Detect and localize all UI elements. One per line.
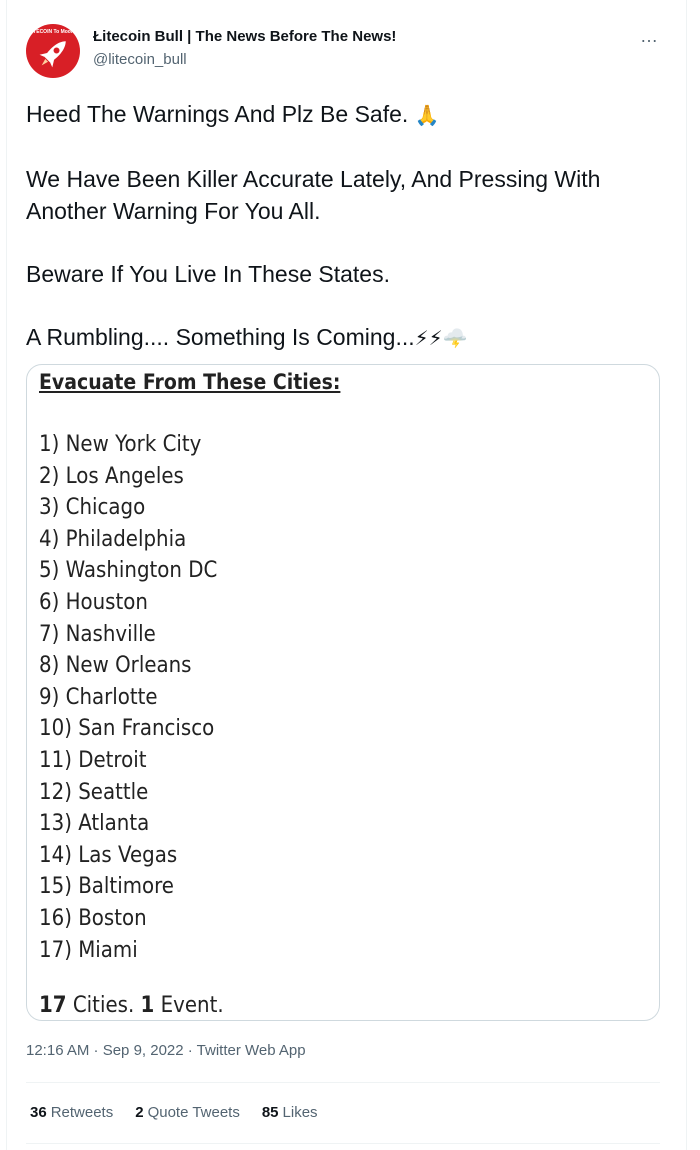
city-item: 2) Los Angeles [39, 463, 184, 489]
likes-stat[interactable]: 85 Likes [262, 1104, 318, 1121]
author-display-name[interactable]: Łitecoin Bull | The News Before The News… [93, 28, 396, 45]
tweet-text: Heed The Warnings And Plz Be Safe. 🙏 We … [26, 98, 666, 355]
lightning-emoji-icon: ⚡⚡🌩️ [414, 328, 468, 350]
divider [26, 1143, 660, 1144]
city-item: 3) Chicago [39, 495, 146, 521]
city-item: 14) Las Vegas [39, 842, 178, 868]
retweets-stat[interactable]: 36 Retweets [30, 1104, 113, 1121]
city-list: 1) New York City 2) Los Angeles 3) Chica… [39, 429, 374, 966]
media-title: Evacuate From These Cities: [39, 370, 341, 394]
city-item: 17) Miami [39, 937, 138, 963]
divider [26, 1082, 660, 1083]
tweet-line-2: We Have Been Killer Accurate Lately, And… [26, 166, 601, 224]
city-item: 16) Boston [39, 905, 147, 931]
city-item: 5) Washington DC [39, 558, 218, 584]
tweet-timestamp[interactable]: 12:16 AM · Sep 9, 2022 · Twitter Web App [26, 1042, 306, 1059]
city-item: 6) Houston [39, 589, 148, 615]
tweet-media-image[interactable]: Evacuate From These Cities: 1) New York … [26, 364, 660, 1021]
city-item: 1) New York City [39, 432, 202, 457]
folded-hands-emoji-icon: 🙏 [414, 105, 440, 127]
city-item: 10) San Francisco [39, 716, 215, 742]
tweet-line-3: Beware If You Live In These States. [26, 261, 390, 287]
media-summary: 17 Cities. 1 Event. [39, 993, 224, 1018]
avatar[interactable]: LITECOIN To Moon!! [26, 24, 80, 78]
city-item: 4) Philadelphia [39, 526, 187, 552]
quote-tweets-stat[interactable]: 2 Quote Tweets [135, 1104, 240, 1121]
tweet-stats: 36 Retweets 2 Quote Tweets 85 Likes [30, 1104, 318, 1121]
tweet-line-4: A Rumbling.... Something Is Coming...⚡⚡🌩… [26, 324, 468, 350]
city-item: 12) Seattle [39, 779, 149, 805]
tweet-line-1: Heed The Warnings And Plz Be Safe. 🙏 [26, 101, 440, 127]
city-item: 13) Atlanta [39, 811, 150, 837]
city-item: 9) Charlotte [39, 684, 158, 710]
rocket-icon [39, 41, 66, 68]
city-item: 11) Detroit [39, 747, 147, 773]
city-item: 8) New Orleans [39, 653, 192, 679]
city-item: 15) Baltimore [39, 874, 174, 900]
more-options-icon[interactable]: … [640, 26, 659, 47]
author-handle[interactable]: @litecoin_bull [93, 51, 187, 68]
city-item: 7) Nashville [39, 621, 156, 647]
